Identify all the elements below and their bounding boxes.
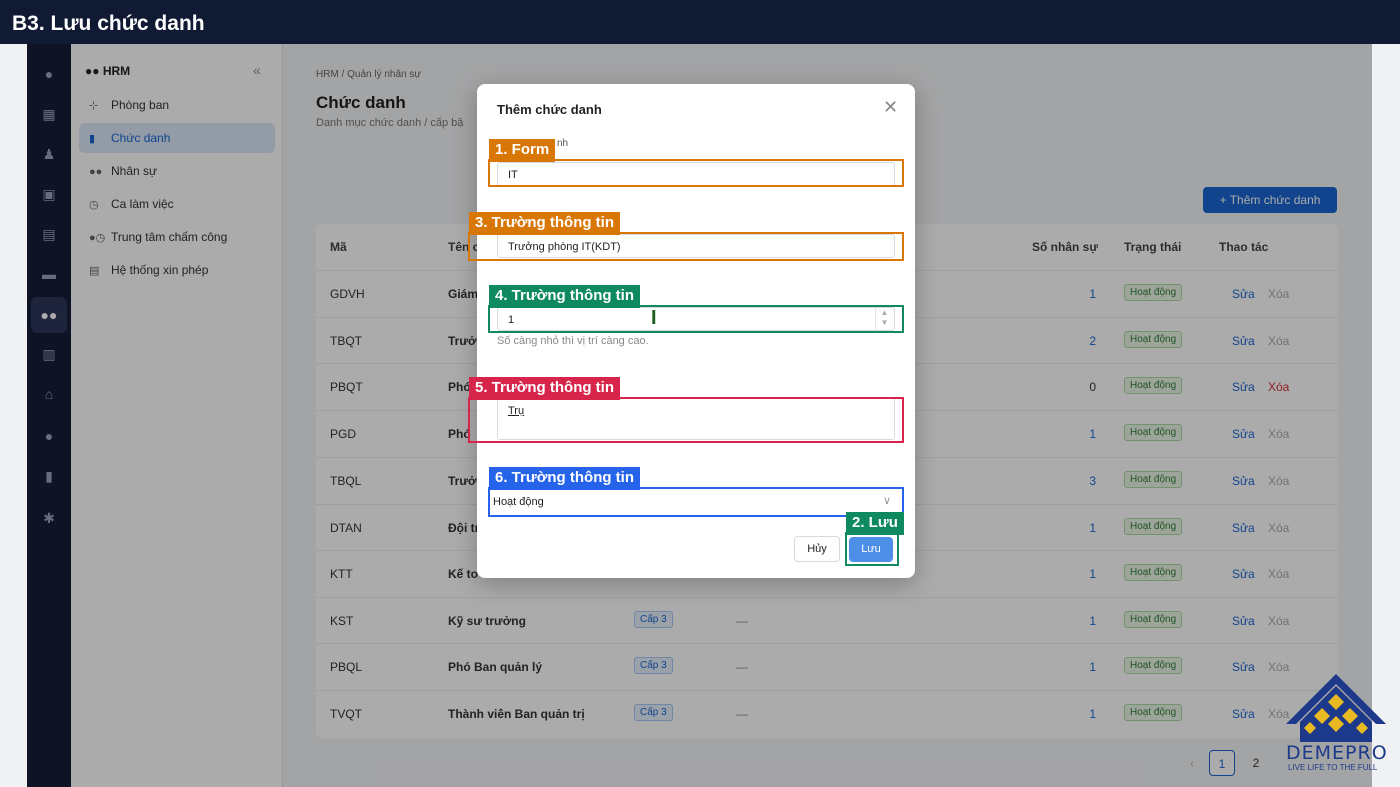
close-icon[interactable]: ✕ (883, 97, 898, 118)
highlight-field-6 (488, 487, 904, 517)
logo-tagline: LIVE LIFE TO THE FULL (1288, 763, 1378, 772)
annotation-tag-6: 6. Trường thông tin (489, 467, 641, 490)
highlight-field-5 (468, 397, 904, 443)
dialog-title: Thêm chức danh (497, 102, 602, 117)
text-cursor-icon: I (651, 307, 657, 329)
cancel-button[interactable]: Hủy (794, 536, 840, 562)
step-title: B3. Lưu chức danh (0, 0, 1400, 44)
order-help-text: Số càng nhỏ thì vị trí càng cao. (497, 335, 649, 347)
annotation-tag-1: 1. Form (489, 139, 556, 162)
annotation-tag-3: 3. Trường thông tin (469, 212, 621, 235)
highlight-save (845, 532, 899, 566)
logo-name: DEMEPRO (1286, 742, 1388, 764)
field-label: nh (557, 138, 569, 149)
highlight-field-3 (468, 232, 904, 261)
highlight-form (488, 159, 904, 187)
annotation-tag-5: 5. Trường thông tin (469, 377, 621, 400)
highlight-field-4 (488, 305, 904, 333)
annotation-tag-2: 2. Lưu (846, 512, 904, 535)
annotation-tag-4: 4. Trường thông tin (489, 285, 641, 308)
backdrop-left (0, 44, 27, 787)
